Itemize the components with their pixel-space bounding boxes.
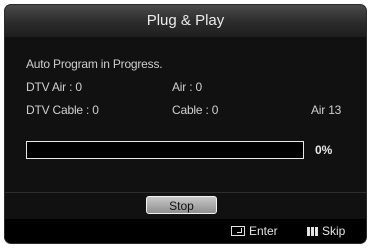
progress-percent: 0% (315, 143, 333, 157)
dtv-air-count: DTV Air : 0 (26, 80, 82, 94)
button-row: Stop (5, 193, 366, 219)
progress-bar (26, 141, 304, 159)
enter-hint[interactable]: Enter (231, 223, 278, 239)
footer-bar: Enter Skip (5, 219, 366, 243)
status-message: Auto Program in Progress. (26, 57, 163, 71)
enter-icon (231, 226, 245, 236)
dtv-cable-count: DTV Cable : 0 (26, 103, 99, 117)
air-count: Air : 0 (172, 80, 202, 94)
enter-label: Enter (249, 224, 278, 238)
cable-count: Cable : 0 (172, 103, 219, 117)
stop-button[interactable]: Stop (146, 196, 217, 214)
skip-hint[interactable]: Skip (307, 223, 345, 239)
current-channel: Air 13 (311, 103, 342, 117)
plug-and-play-dialog: Plug & Play Auto Program in Progress. DT… (5, 5, 366, 243)
skip-label: Skip (322, 224, 346, 238)
dialog-title: Plug & Play (5, 5, 366, 37)
dialog-content: Auto Program in Progress. DTV Air : 0 Ai… (5, 37, 366, 192)
skip-icon (307, 226, 318, 236)
